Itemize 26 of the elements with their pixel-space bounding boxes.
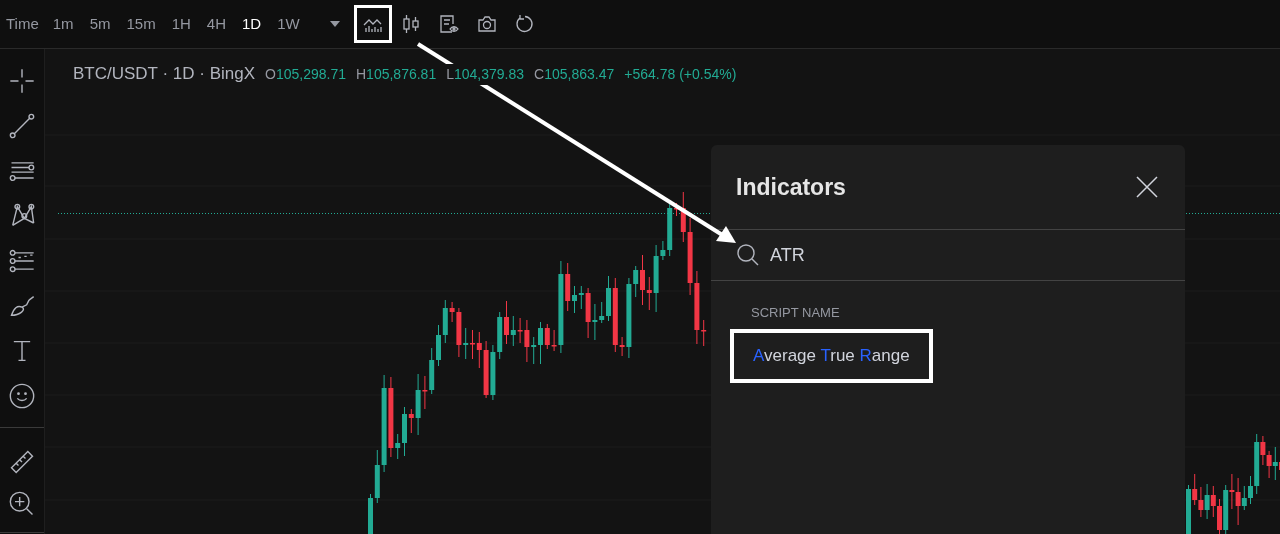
- crosshair-icon[interactable]: [8, 67, 36, 95]
- candlestick-icon: [400, 13, 421, 35]
- interval-tab[interactable]: 1W: [269, 8, 308, 40]
- fib-lines-icon[interactable]: [8, 247, 36, 275]
- close-icon[interactable]: [1135, 175, 1159, 199]
- interval-tab[interactable]: 1D: [234, 8, 270, 40]
- toolbar-button[interactable]: [353, 5, 392, 43]
- interval-tab[interactable]: 4H: [198, 8, 235, 40]
- interval-tab[interactable]: 15m: [118, 8, 164, 40]
- camera-icon: [476, 15, 497, 33]
- interval-tab[interactable]: 1m: [44, 8, 82, 40]
- trend-line-icon[interactable]: [8, 112, 36, 140]
- interval-tab[interactable]: 1H: [163, 8, 199, 40]
- reload-icon: [514, 14, 535, 34]
- document-eye-icon: [437, 14, 460, 34]
- indicator-result[interactable]: Average True Range: [730, 328, 933, 383]
- dropdown-caret-icon[interactable]: [327, 19, 342, 29]
- interval-tab[interactable]: 5m: [81, 8, 119, 40]
- search-field[interactable]: ATR: [770, 241, 1070, 269]
- emoji-icon[interactable]: [8, 382, 36, 410]
- search-icon: [736, 243, 760, 267]
- dialog-title: Indicators: [736, 172, 846, 202]
- price-value: L104,379.83: [444, 64, 527, 85]
- section-label: SCRIPT NAME: [751, 304, 840, 322]
- ruler-icon[interactable]: [8, 448, 36, 476]
- time-label: Time: [6, 13, 39, 34]
